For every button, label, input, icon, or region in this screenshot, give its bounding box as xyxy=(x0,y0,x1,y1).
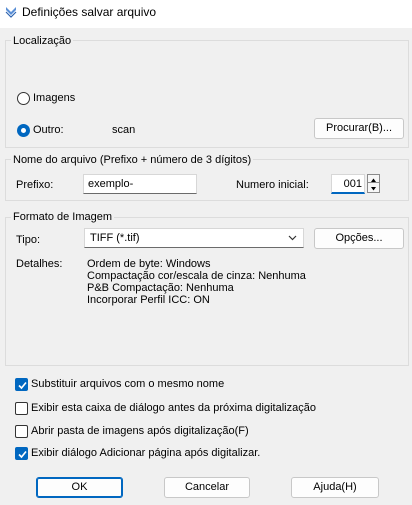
start-number-label: Numero inicial: xyxy=(236,179,309,191)
open-folder-checkbox[interactable] xyxy=(15,425,28,438)
cancel-button[interactable]: Cancelar xyxy=(164,477,250,498)
filename-legend: Nome do arquivo (Prefixo + número de 3 d… xyxy=(11,154,254,166)
overwrite-label[interactable]: Substituir arquivos com o mesmo nome xyxy=(31,378,224,390)
start-number-input[interactable]: 001 xyxy=(331,174,365,194)
checkmark-icon xyxy=(18,450,27,459)
app-icon xyxy=(5,7,17,18)
radio-images-label[interactable]: Imagens xyxy=(33,92,75,104)
title-bar[interactable]: Definições salvar arquivo xyxy=(0,0,412,28)
detail-line: P&B Compactação: Nenhuma xyxy=(87,282,234,294)
location-legend: Localização xyxy=(11,35,74,47)
options-button[interactable]: Opções... xyxy=(314,228,404,249)
checkmark-icon xyxy=(18,381,27,390)
detail-line: Ordem de byte: Windows xyxy=(87,258,211,270)
overwrite-checkbox[interactable] xyxy=(15,378,28,391)
add-page-checkbox[interactable] xyxy=(15,447,28,460)
start-number-spinner[interactable] xyxy=(367,174,380,193)
prefix-input[interactable]: exemplo- xyxy=(83,174,197,194)
type-select-value: TIFF (*.tif) xyxy=(90,232,140,244)
type-label: Tipo: xyxy=(16,234,41,246)
radio-images[interactable] xyxy=(17,92,30,105)
format-legend: Formato de Imagem xyxy=(11,211,115,223)
detail-line: Compactação cor/escala de cinza: Nenhuma xyxy=(87,270,306,282)
caret-down-icon xyxy=(371,187,376,191)
show-dialog-label[interactable]: Exibir esta caixa de diálogo antes da pr… xyxy=(31,402,316,414)
other-path-value: scan xyxy=(112,124,136,136)
help-button[interactable]: Ajuda(H) xyxy=(291,477,379,498)
detail-line: Incorporar Perfil ICC: ON xyxy=(87,294,210,306)
details-label: Detalhes: xyxy=(16,258,63,270)
window-title: Definições salvar arquivo xyxy=(22,5,157,19)
prefix-label: Prefixo: xyxy=(16,179,54,191)
radio-other[interactable] xyxy=(17,124,30,137)
add-page-label[interactable]: Exibir diálogo Adicionar página após dig… xyxy=(31,447,260,459)
type-select[interactable]: TIFF (*.tif) xyxy=(84,228,304,248)
spin-down-button[interactable] xyxy=(368,184,379,192)
caret-up-icon xyxy=(371,178,376,182)
browse-button[interactable]: Procurar(B)... xyxy=(314,118,404,139)
spin-up-button[interactable] xyxy=(368,175,379,183)
open-folder-label[interactable]: Abrir pasta de imagens após digitalizaçã… xyxy=(31,425,249,437)
ok-button[interactable]: OK xyxy=(36,477,123,498)
chevron-down-icon xyxy=(288,235,297,241)
radio-other-label[interactable]: Outro: xyxy=(33,124,64,136)
show-dialog-checkbox[interactable] xyxy=(15,402,28,415)
